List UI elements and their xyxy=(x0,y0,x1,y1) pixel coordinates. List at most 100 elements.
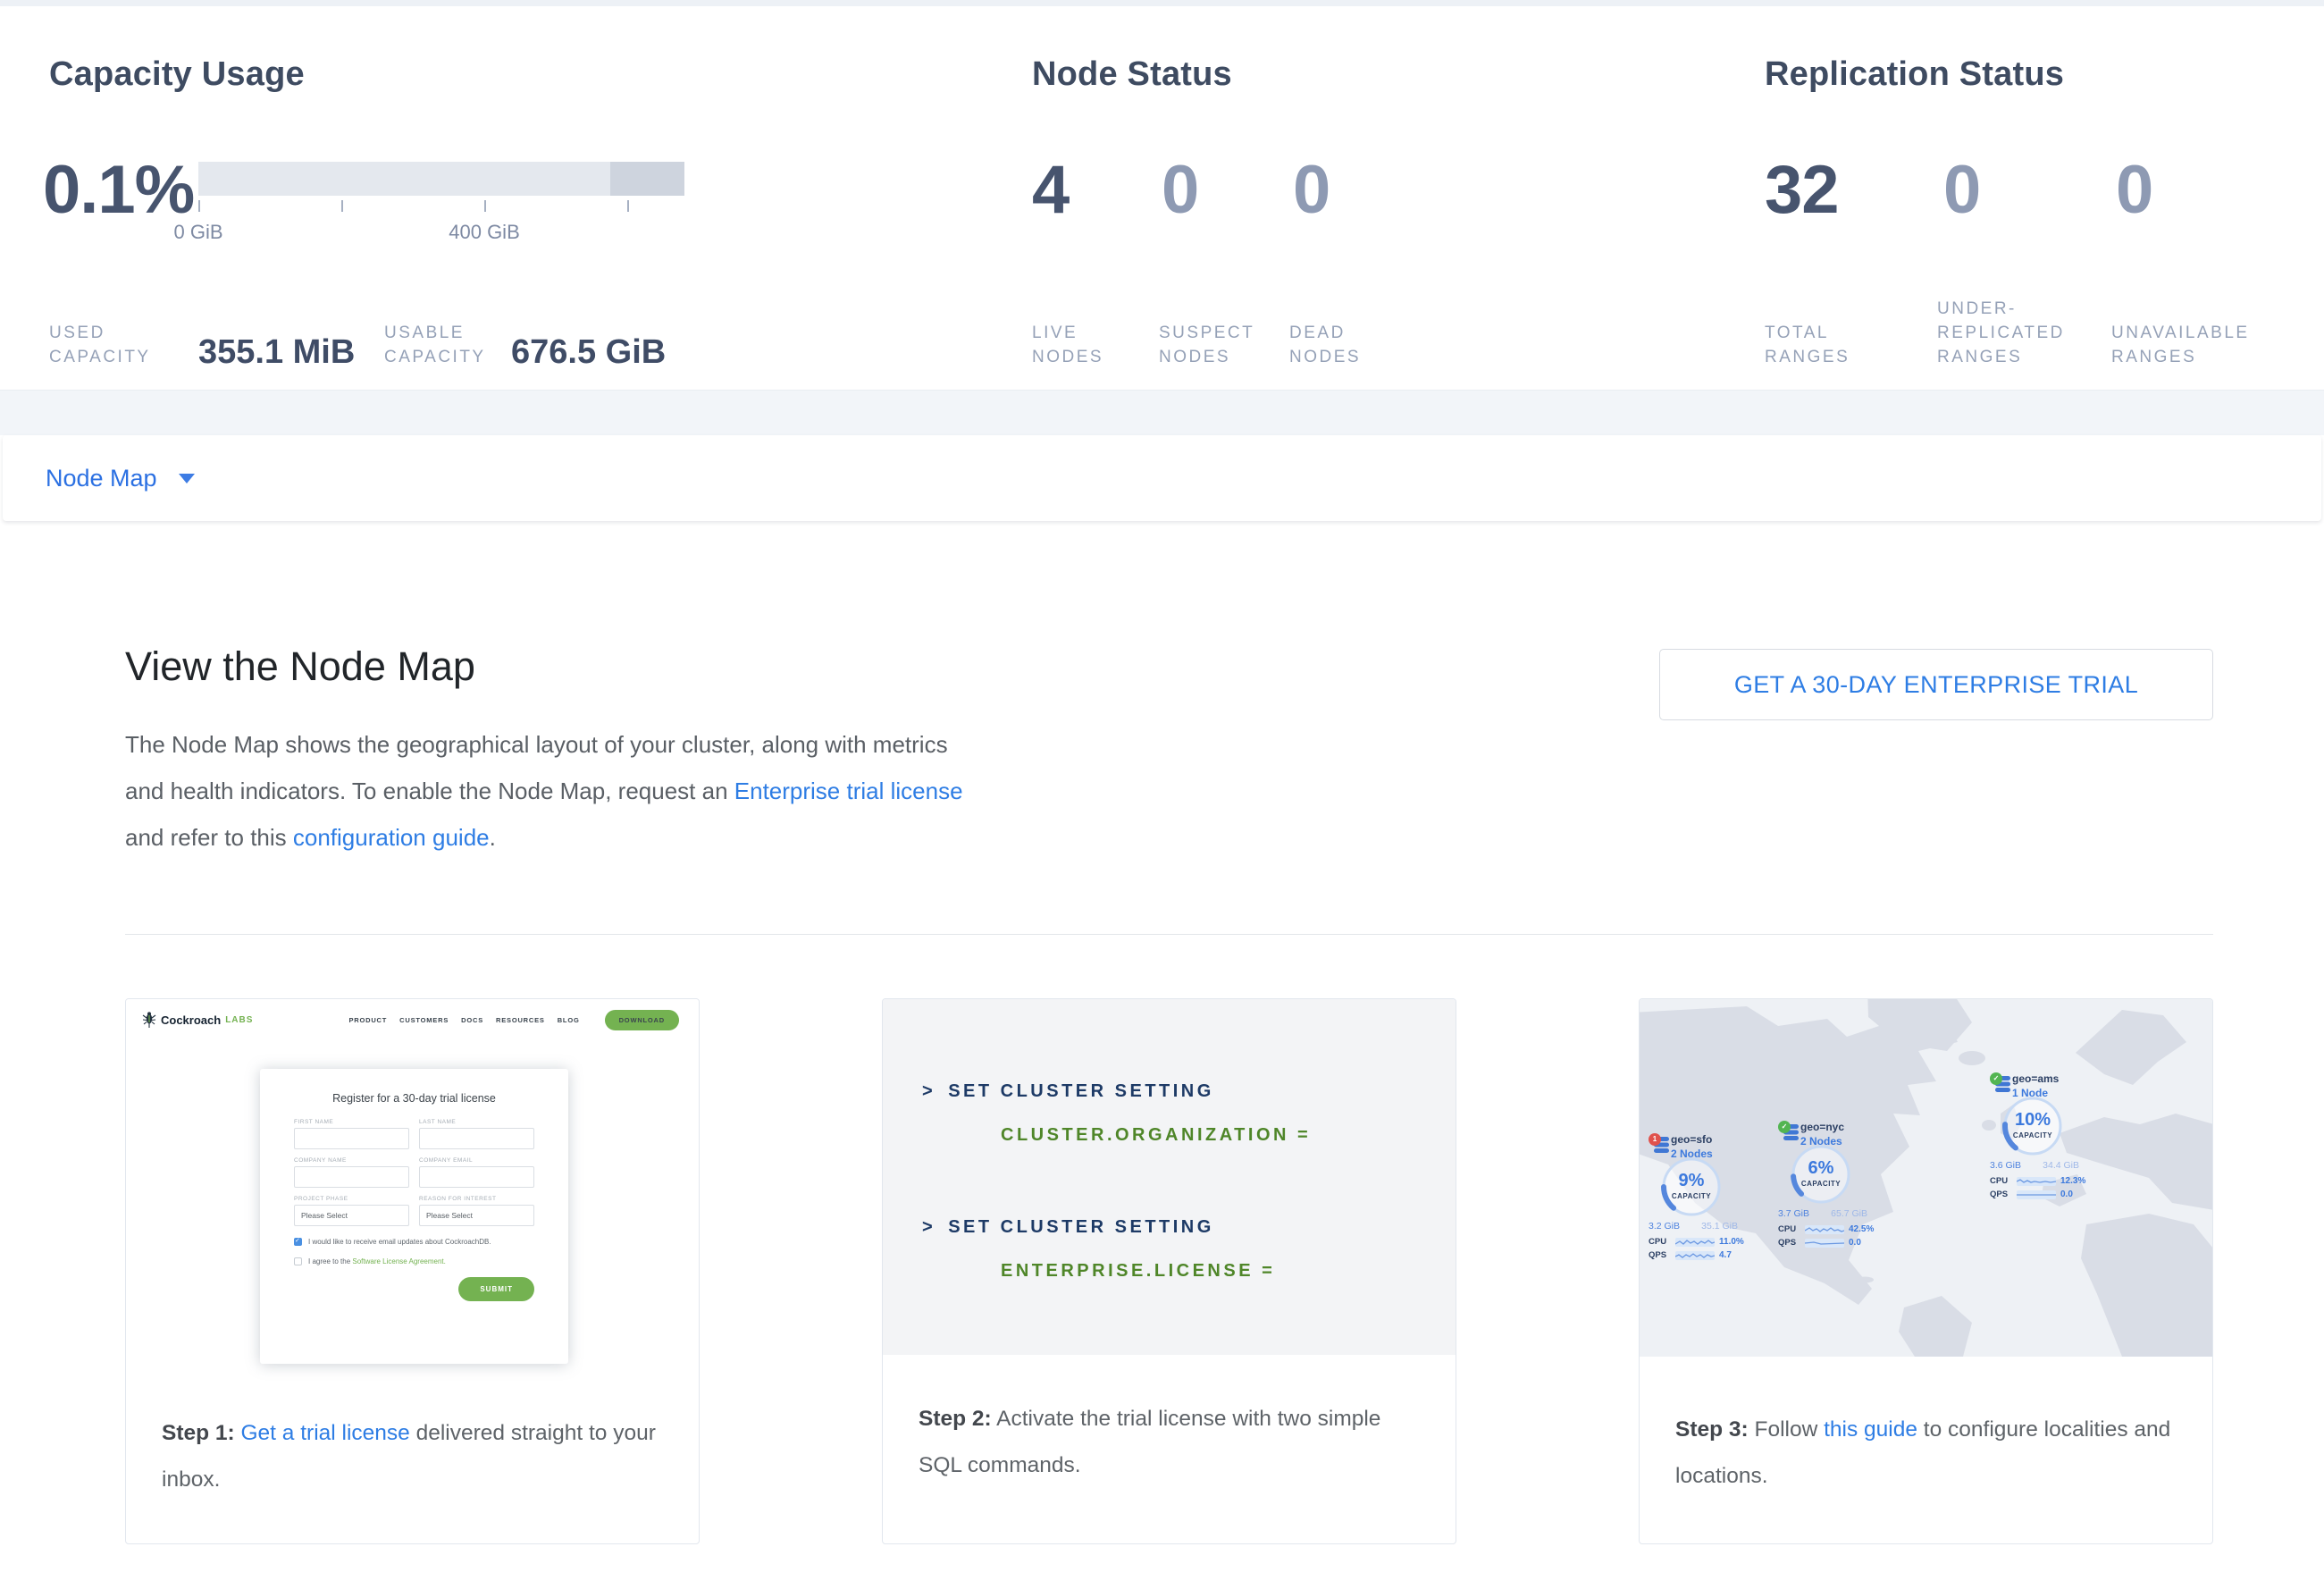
usable-value: 65.7 GiB xyxy=(1831,1208,1867,1219)
cpu-sparkline-icon xyxy=(2017,1177,2056,1186)
registration-form-panel: Register for a 30-day trial license FIRS… xyxy=(260,1069,568,1364)
usable-value: 35.1 GiB xyxy=(1701,1221,1738,1232)
license-agree-row: I agree to the Software License Agreemen… xyxy=(294,1257,534,1265)
sql-setting: CLUSTER.ORGANIZATION = xyxy=(1001,1125,1456,1146)
email-optin-label: I would like to receive email updates ab… xyxy=(308,1238,491,1246)
capacity-label: CAPACITY xyxy=(1789,1180,1853,1188)
under-replicated-ranges-label: UNDER-REPLICATED RANGES xyxy=(1937,297,2093,369)
submit-row: SUBMIT xyxy=(294,1277,534,1301)
used-value: 3.7 GiB xyxy=(1778,1208,1809,1219)
locality-name: geo=nyc xyxy=(1800,1121,1844,1133)
cpu-label: CPU xyxy=(1649,1237,1671,1247)
axis-tick xyxy=(627,200,629,212)
email-optin-row: I would like to receive email updates ab… xyxy=(294,1238,534,1246)
axis-tick xyxy=(484,200,486,212)
usable-value: 34.4 GiB xyxy=(2043,1160,2079,1171)
caption-text: Follow xyxy=(1749,1417,1824,1442)
sql-keyword: SET CLUSTER SETTING xyxy=(948,1217,1214,1238)
reason-for-interest-select: Please Select xyxy=(419,1205,534,1226)
sql-prompt: > xyxy=(922,1081,935,1102)
total-ranges-value: 32 xyxy=(1765,151,1839,229)
page-description: The Node Map shows the geographical layo… xyxy=(125,721,974,861)
used-capacity-label: USED CAPACITY xyxy=(49,321,170,369)
company-email-field xyxy=(419,1166,534,1188)
configuration-guide-link[interactable]: configuration guide xyxy=(293,824,490,851)
cpu-sparkline-icon xyxy=(1675,1238,1715,1247)
usable-capacity-value: 676.5 GiB xyxy=(511,333,666,372)
get-trial-license-link[interactable]: Get a trial license xyxy=(241,1421,410,1445)
capacity-percent: 0.1% xyxy=(43,151,194,229)
cpu-sparkline-icon xyxy=(1805,1225,1844,1234)
step3-caption: Step 3: Follow this guide to configure l… xyxy=(1640,1357,2212,1500)
qps-value: 0.0 xyxy=(1849,1238,1861,1248)
cockroach-labs-logo: Cockroach LABS xyxy=(142,1012,253,1029)
cpu-label: CPU xyxy=(1990,1176,2012,1186)
checkbox-empty-icon xyxy=(294,1257,302,1265)
node-status-title: Node Status xyxy=(1032,55,1232,94)
step3-card: 1 geo=sfo 2 Nodes 9% CAPACITY 3.2 GiB35.… xyxy=(1639,998,2213,1544)
field-label: REASON FOR INTEREST xyxy=(419,1196,534,1202)
brand-suffix: LABS xyxy=(225,1015,253,1025)
suspect-nodes-value: 0 xyxy=(1162,151,1198,229)
node-map-dropdown[interactable]: Node Map xyxy=(46,465,195,492)
chevron-down-icon xyxy=(179,474,195,483)
cpu-value: 11.0% xyxy=(1719,1237,1744,1247)
cpu-value: 42.5% xyxy=(1849,1224,1874,1234)
total-ranges-label: TOTAL RANGES xyxy=(1765,321,1890,369)
section-gap xyxy=(0,391,2324,435)
axis-tick xyxy=(198,200,200,212)
capacity-label: CAPACITY xyxy=(1659,1192,1724,1200)
mini-download-button: DOWNLOAD xyxy=(605,1010,679,1030)
locality-name: geo=ams xyxy=(2012,1072,2059,1085)
field-label: FIRST NAME xyxy=(294,1119,409,1125)
mini-site-header: Cockroach LABS PRODUCT CUSTOMERS DOCS RE… xyxy=(142,1010,679,1030)
live-nodes-label: LIVE NODES xyxy=(1032,321,1139,369)
get-enterprise-trial-button[interactable]: GET A 30-DAY ENTERPRISE TRIAL xyxy=(1659,649,2213,720)
mini-nav-item: RESOURCES xyxy=(496,1016,545,1024)
first-name-field xyxy=(294,1128,409,1149)
caption-text xyxy=(235,1421,241,1445)
checkbox-checked-icon xyxy=(294,1238,302,1246)
live-nodes-value: 4 xyxy=(1032,151,1069,229)
sql-keyword: SET CLUSTER SETTING xyxy=(948,1081,1214,1102)
field-label: COMPANY EMAIL xyxy=(419,1157,534,1164)
this-guide-link[interactable]: this guide xyxy=(1824,1417,1917,1442)
qps-sparkline-icon xyxy=(1675,1251,1715,1260)
capacity-usage-title: Capacity Usage xyxy=(49,55,305,94)
steps-row: Cockroach LABS PRODUCT CUSTOMERS DOCS RE… xyxy=(125,998,2213,1544)
qps-label: QPS xyxy=(1649,1250,1671,1260)
axis-tick-label: 400 GiB xyxy=(422,221,547,244)
under-replicated-ranges-value: 0 xyxy=(1943,151,1980,229)
capacity-percent: 10% xyxy=(2001,1110,2065,1131)
locality-sfo: 1 geo=sfo 2 Nodes 9% CAPACITY 3.2 GiB35.… xyxy=(1649,1133,1749,1257)
cpu-value: 12.3% xyxy=(2060,1176,2085,1186)
license-agree-label: I agree to the Software License Agreemen… xyxy=(308,1257,446,1265)
capacity-percent: 9% xyxy=(1659,1171,1724,1191)
node-map-enable-page: View the Node Map The Node Map shows the… xyxy=(0,521,2324,1589)
step-number: Step 2: xyxy=(919,1407,992,1431)
enterprise-trial-license-link[interactable]: Enterprise trial license xyxy=(734,778,963,804)
company-name-field xyxy=(294,1166,409,1188)
top-strip xyxy=(0,0,2324,6)
unavailable-ranges-label: UNAVAILABLE RANGES xyxy=(2111,321,2290,369)
locality-ams: ✓ geo=ams 1 Node 10% CAPACITY 3.6 GiB34.… xyxy=(1990,1072,2090,1196)
mini-nav-item: CUSTOMERS xyxy=(399,1016,449,1024)
sql-prompt: > xyxy=(922,1217,935,1238)
used-value: 3.2 GiB xyxy=(1649,1221,1680,1232)
mini-nav-item: BLOG xyxy=(558,1016,580,1024)
view-selector-bar: Node Map xyxy=(3,435,2321,521)
dead-nodes-value: 0 xyxy=(1293,151,1330,229)
field-label: COMPANY NAME xyxy=(294,1157,409,1164)
sql-setting: ENTERPRISE.LICENSE = xyxy=(1001,1261,1456,1282)
replication-status-title: Replication Status xyxy=(1765,55,2064,94)
description-text: and refer to this xyxy=(125,824,293,851)
node-map-preview: 1 geo=sfo 2 Nodes 9% CAPACITY 3.2 GiB35.… xyxy=(1640,999,2212,1357)
agree-text: I agree to the xyxy=(308,1257,352,1265)
field-label: PROJECT PHASE xyxy=(294,1196,409,1202)
status-error-icon: 1 xyxy=(1649,1133,1661,1146)
step-number: Step 3: xyxy=(1675,1417,1749,1442)
suspect-nodes-label: SUSPECT NODES xyxy=(1159,321,1284,369)
mini-nav-item: PRODUCT xyxy=(348,1016,387,1024)
qps-value: 0.0 xyxy=(2060,1190,2073,1199)
capacity-label: CAPACITY xyxy=(2001,1131,2065,1139)
